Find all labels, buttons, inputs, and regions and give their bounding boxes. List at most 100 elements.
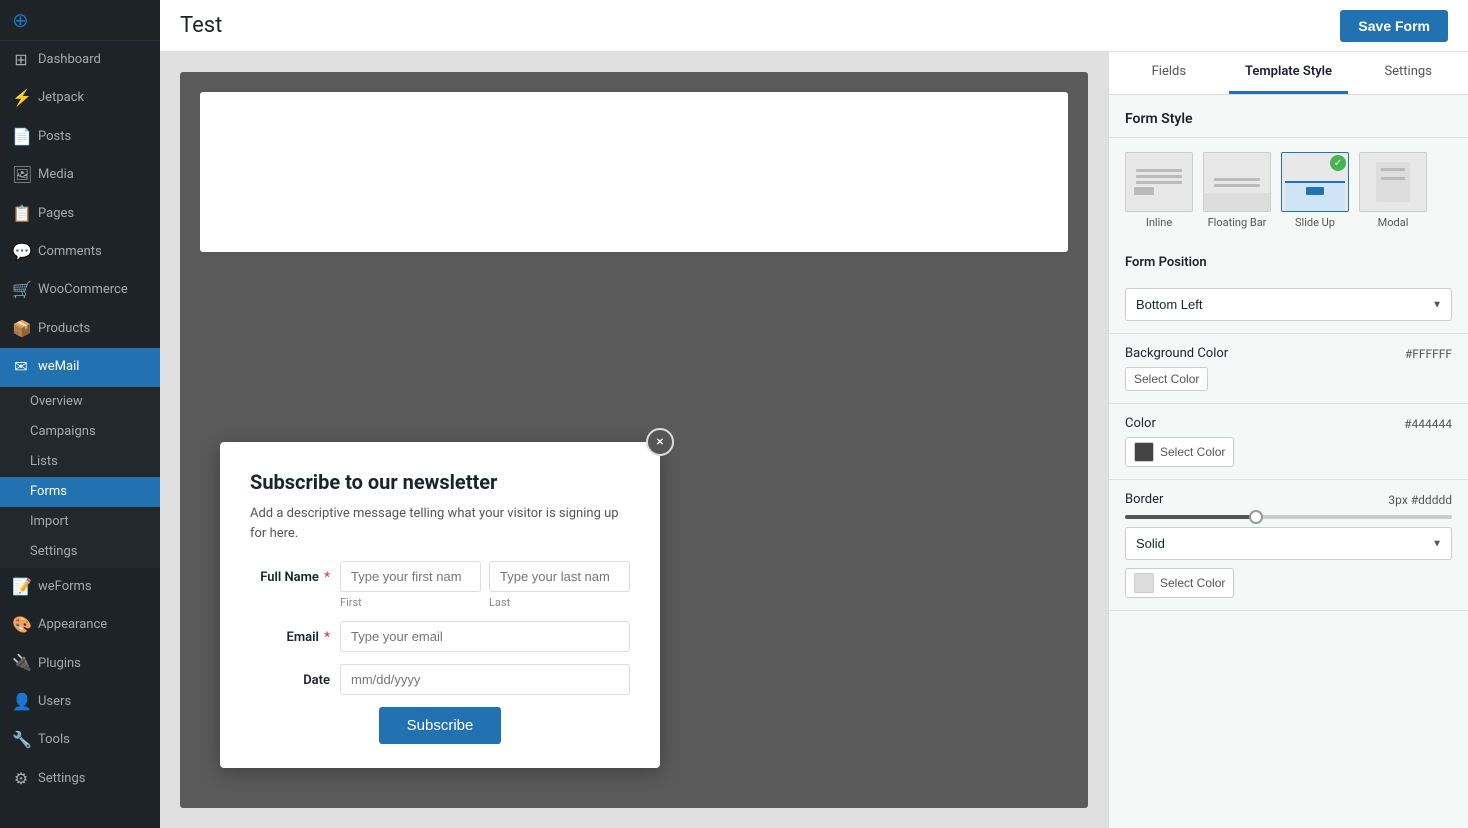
sidebar-item-tools[interactable]: 🔧 Tools bbox=[0, 721, 160, 759]
border-slider[interactable] bbox=[1125, 515, 1452, 519]
style-floating-bar[interactable]: Floating Bar bbox=[1203, 152, 1271, 229]
sidebar-item-label: Import bbox=[30, 513, 69, 531]
sidebar-item-users[interactable]: 👤 Users bbox=[0, 683, 160, 721]
sidebar-item-label: Overview bbox=[30, 393, 83, 411]
sidebar-item-pages[interactable]: 📋 Pages bbox=[0, 195, 160, 233]
sidebar-item-label: Pages bbox=[38, 205, 74, 223]
form-position-title: Form Position bbox=[1125, 255, 1207, 270]
color-value: #444444 bbox=[1404, 417, 1452, 431]
inline-label: Inline bbox=[1146, 216, 1172, 229]
floating-bar-thumb bbox=[1203, 152, 1271, 212]
sidebar-item-appearance[interactable]: 🎨 Appearance bbox=[0, 606, 160, 644]
subscribe-button[interactable]: Subscribe bbox=[379, 707, 502, 744]
tab-settings[interactable]: Settings bbox=[1348, 52, 1468, 94]
inline-thumb bbox=[1125, 152, 1193, 212]
border-color-button-label: Select Color bbox=[1160, 576, 1225, 590]
style-inline[interactable]: Inline bbox=[1125, 152, 1193, 229]
panel-tabs: Fields Template Style Settings bbox=[1109, 52, 1468, 95]
sub-label-row: First Last bbox=[340, 596, 630, 609]
color-swatch bbox=[1134, 442, 1154, 462]
sidebar-logo: ⊕ bbox=[0, 0, 160, 41]
preview-white-area bbox=[200, 92, 1068, 252]
sidebar-item-settings-sub[interactable]: Settings bbox=[0, 537, 160, 567]
full-name-inputs: First Last bbox=[340, 561, 630, 609]
style-slide-up[interactable]: ✓ Slide Up bbox=[1281, 152, 1349, 229]
jetpack-icon: ⚡ bbox=[12, 87, 30, 109]
color-label: Color bbox=[1125, 416, 1156, 431]
tab-template-style[interactable]: Template Style bbox=[1229, 52, 1349, 94]
required-indicator: * bbox=[321, 570, 330, 585]
popup-close-button[interactable]: × bbox=[646, 428, 674, 456]
sidebar-item-settings[interactable]: ⚙ Settings bbox=[0, 760, 160, 798]
first-sublabel: First bbox=[340, 596, 481, 609]
bg-color-label: Background Color bbox=[1125, 346, 1228, 361]
sidebar-item-woocommerce[interactable]: 🛒 WooCommerce bbox=[0, 271, 160, 309]
border-style-select[interactable]: Solid bbox=[1125, 527, 1452, 560]
sidebar-item-label: Dashboard bbox=[38, 51, 101, 69]
sidebar-item-label: Campaigns bbox=[30, 423, 96, 441]
save-form-button[interactable]: Save Form bbox=[1340, 10, 1448, 42]
media-icon: 🖼 bbox=[12, 164, 30, 186]
border-row: Border 3px #ddddd bbox=[1125, 492, 1452, 507]
last-name-input[interactable] bbox=[489, 561, 630, 592]
full-name-label: Full Name * bbox=[250, 561, 340, 585]
dashboard-icon: ⊞ bbox=[12, 49, 30, 71]
sidebar-item-label: WooCommerce bbox=[38, 281, 128, 299]
sidebar-item-label: Forms bbox=[30, 483, 67, 501]
sidebar-item-label: Users bbox=[38, 693, 71, 711]
modal-thumb bbox=[1359, 152, 1427, 212]
popup-title: Subscribe to our newsletter bbox=[250, 470, 630, 494]
full-name-input-row bbox=[340, 561, 630, 592]
floating-bar-label: Floating Bar bbox=[1208, 216, 1267, 229]
date-input[interactable] bbox=[340, 664, 630, 695]
wp-logo-icon: ⊕ bbox=[12, 8, 29, 32]
last-sublabel: Last bbox=[489, 596, 630, 609]
users-icon: 👤 bbox=[12, 691, 30, 713]
bg-color-select-button[interactable]: Select Color bbox=[1125, 367, 1208, 391]
email-input-col bbox=[340, 621, 630, 652]
sidebar-item-media[interactable]: 🖼 Media bbox=[0, 156, 160, 194]
sidebar-item-plugins[interactable]: 🔌 Plugins bbox=[0, 644, 160, 682]
email-input[interactable] bbox=[340, 621, 630, 652]
sidebar-item-products[interactable]: 📦 Products bbox=[0, 310, 160, 348]
sidebar-item-weforms[interactable]: 📝 weForms bbox=[0, 568, 160, 606]
color-section: Color #444444 Select Color bbox=[1109, 404, 1468, 480]
panel-content: Form Style Inline bbox=[1109, 95, 1468, 828]
style-thumbnails: Inline Floating Bar bbox=[1109, 138, 1468, 243]
sidebar-item-lists[interactable]: Lists bbox=[0, 447, 160, 477]
sidebar-item-label: Jetpack bbox=[38, 89, 84, 107]
preview-area: × Subscribe to our newsletter Add a desc… bbox=[160, 52, 1108, 828]
sidebar-item-comments[interactable]: 💬 Comments bbox=[0, 233, 160, 271]
sidebar-item-forms[interactable]: Forms bbox=[0, 477, 160, 507]
content-area: × Subscribe to our newsletter Add a desc… bbox=[160, 52, 1468, 828]
style-modal[interactable]: Modal bbox=[1359, 152, 1427, 229]
full-name-field-row: Full Name * First Last bbox=[250, 561, 630, 609]
sidebar-item-label: Appearance bbox=[38, 616, 107, 634]
form-position-row: Form Position bbox=[1125, 255, 1452, 280]
popup-description: Add a descriptive message telling what y… bbox=[250, 504, 630, 543]
sidebar-item-dashboard[interactable]: ⊞ Dashboard bbox=[0, 41, 160, 79]
posts-icon: 📄 bbox=[12, 126, 30, 148]
page-header: Test Save Form bbox=[160, 0, 1468, 52]
slide-up-label: Slide Up bbox=[1295, 216, 1335, 229]
first-name-input[interactable] bbox=[340, 561, 481, 592]
border-color-select-button[interactable]: Select Color bbox=[1125, 568, 1234, 598]
background-color-section: Background Color #FFFFFF Select Color bbox=[1109, 334, 1468, 404]
bg-color-value: #FFFFFF bbox=[1405, 347, 1452, 361]
pages-icon: 📋 bbox=[12, 203, 30, 225]
tools-icon: 🔧 bbox=[12, 729, 30, 751]
wemail-submenu: Overview Campaigns Lists Forms Import Se… bbox=[0, 387, 160, 568]
plugins-icon: 🔌 bbox=[12, 652, 30, 674]
bg-color-button-label: Select Color bbox=[1134, 372, 1199, 386]
sidebar-item-jetpack[interactable]: ⚡ Jetpack bbox=[0, 79, 160, 117]
sidebar-item-wemail[interactable]: ✉ weMail bbox=[0, 348, 160, 386]
sidebar-item-posts[interactable]: 📄 Posts bbox=[0, 118, 160, 156]
form-position-select[interactable]: Bottom Left bbox=[1125, 288, 1452, 321]
sidebar-item-import[interactable]: Import bbox=[0, 507, 160, 537]
selected-checkmark: ✓ bbox=[1330, 155, 1346, 171]
sidebar-item-campaigns[interactable]: Campaigns bbox=[0, 417, 160, 447]
tab-fields[interactable]: Fields bbox=[1109, 52, 1229, 94]
sidebar-item-overview[interactable]: Overview bbox=[0, 387, 160, 417]
email-label: Email * bbox=[250, 621, 340, 645]
color-select-button[interactable]: Select Color bbox=[1125, 437, 1234, 467]
